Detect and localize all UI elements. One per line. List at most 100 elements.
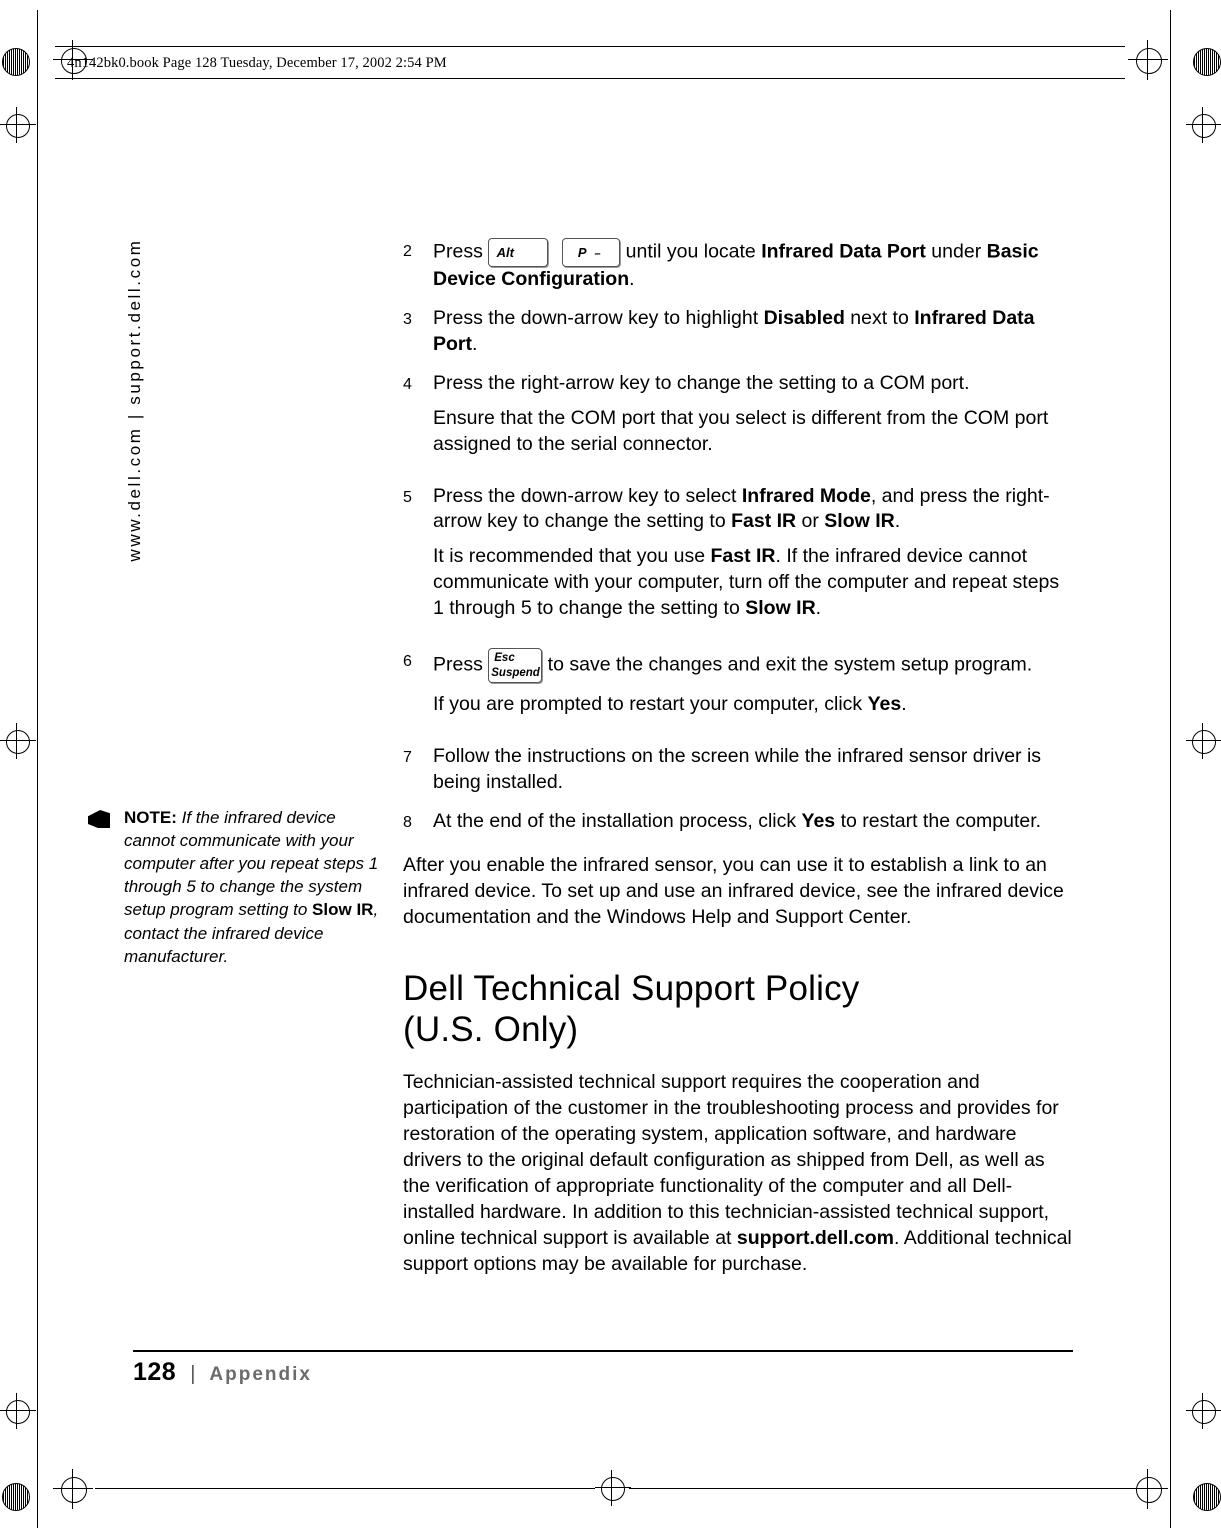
p-key-label: P (577, 245, 587, 260)
halftone-mark-top-right (1193, 48, 1221, 76)
registration-cross-bottom-right-v (1147, 1469, 1148, 1509)
registration-mark-right-center (1192, 730, 1216, 754)
registration-cross-left-center-h (0, 740, 36, 741)
registration-mark-right-mid (1192, 114, 1216, 138)
step2-mid2: under (925, 240, 987, 263)
step2-mid: until you locate (620, 240, 762, 263)
step-number: 3 (403, 310, 412, 328)
sidebar-vertical-url: www.dell.com | support.dell.com (125, 238, 144, 562)
registration-cross-left-low-h (0, 1410, 36, 1411)
registration-cross-bottom-right-h (1128, 1488, 1168, 1489)
step-number: 4 (403, 375, 412, 393)
crop-mark-left-vertical (37, 10, 38, 1528)
step4-text: Press the right-arrow key to change the … (433, 371, 970, 394)
step-item-5: 5 Press the down-arrow key to select Inf… (403, 484, 1075, 636)
registration-cross-right-mid-v (1202, 107, 1203, 143)
registration-cross-right-center-v (1202, 723, 1203, 759)
suspend-key-label: Suspend (491, 666, 540, 679)
footer-page-number: 128 (133, 1358, 177, 1386)
registration-cross-left-low-v (16, 1393, 17, 1429)
step8-end: to restart the computer. (835, 809, 1042, 832)
heading-line-2: (U.S. Only) (403, 1009, 579, 1049)
footer-rule (133, 1350, 1073, 1352)
step6-subparagraph: If you are prompted to restart your comp… (433, 692, 1075, 718)
header-bottom-rule (55, 78, 1125, 79)
step5-bold-1: Infrared Mode (741, 484, 871, 507)
step3-mid: next to (844, 306, 915, 329)
esc-key-label: Esc (494, 652, 515, 665)
note-icon (88, 810, 110, 828)
step-text: Press Alt P – until you locate Infrared Da… (433, 238, 1075, 293)
registration-cross-bottom-center-v (611, 1470, 612, 1506)
book-file-header: 4n142bk0.book Page 128 Tuesday, December… (67, 55, 447, 71)
note-block: NOTE: If the infrared device cannot comm… (88, 806, 379, 968)
step-text: Press the down-arrow key to highlight Di… (433, 306, 1075, 358)
step-number: 8 (403, 813, 412, 831)
crop-mark-bottom-horizontal (95, 1488, 595, 1489)
note-label: NOTE: (124, 808, 177, 827)
p-key-icon: P – (562, 238, 621, 267)
step5-subparagraph: It is recommended that you use Fast IR. … (433, 544, 1075, 622)
note-bold-term: Slow IR (312, 900, 374, 920)
registration-cross-right-mid-h (1186, 124, 1221, 125)
halftone-mark-top-left (2, 48, 30, 76)
support-url-bold: support.dell.com (736, 1227, 894, 1249)
registration-mark-left-center (6, 730, 30, 754)
registration-mark-top-right (1136, 48, 1162, 74)
registration-cross-right-low-h (1186, 1410, 1221, 1411)
halftone-mark-bottom-right (1193, 1483, 1221, 1511)
step2-pre: Press (433, 240, 489, 263)
step-text: Press Esc Suspend to save the changes and… (433, 648, 1075, 731)
step4-subparagraph: Ensure that the COM port that you select… (433, 406, 1049, 455)
registration-mark-bottom-right (1136, 1477, 1162, 1503)
step-number: 5 (403, 488, 412, 506)
step5-sub-bold-1: Fast IR (710, 545, 776, 568)
registration-cross-right-low-v (1202, 1393, 1203, 1429)
heading-line-1: Dell Technical Support Policy (403, 968, 860, 1008)
registration-mark-left-low (6, 1400, 30, 1424)
step-item-2: 2 Press Alt P – until you locate Infrared … (403, 238, 1075, 293)
step5-sub-pre: It is recommended that you use (433, 545, 711, 568)
step-item-3: 3 Press the down-arrow key to highlight … (403, 306, 1075, 358)
alt-key-icon: Alt (488, 238, 549, 267)
esc-suspend-key-icon: Esc Suspend (488, 648, 543, 684)
registration-cross-bottom-left-v (72, 1469, 73, 1509)
registration-mark-left-mid (6, 114, 30, 138)
alt-key-label: Alt (496, 245, 514, 260)
registration-cross-left-center-v (16, 723, 17, 759)
step6-sub-bold: Yes (867, 693, 902, 716)
registration-mark-right-low (1192, 1400, 1216, 1424)
registration-mark-bottom-left (61, 1477, 87, 1503)
page-section-heading: Dell Technical Support Policy (U.S. Only… (403, 969, 1075, 1051)
registration-cross-bottom-left-h (53, 1488, 93, 1489)
step-text: Press the right-arrow key to change the … (433, 371, 1075, 471)
step5-sub-end: . (815, 597, 822, 620)
footer-separator: | (190, 1363, 196, 1385)
step3-pre: Press the down-arrow key to highlight (433, 306, 764, 329)
p-key-sublabel: – (594, 248, 601, 260)
registration-cross-top-right-h (1128, 59, 1168, 60)
step-item-6: 6 Press Esc Suspend to save the changes a… (403, 648, 1075, 731)
step6-sub-end: . (901, 693, 907, 716)
step-text: Follow the instructions on the screen wh… (433, 745, 1042, 793)
step-item-7: 7 Follow the instructions on the screen … (403, 744, 1075, 796)
halftone-mark-bottom-left (2, 1483, 30, 1511)
step8-pre: At the end of the installation process, … (433, 809, 802, 832)
step5-pre: Press the down-arrow key to select (433, 484, 742, 507)
registration-cross-bottom-center-h (595, 1487, 631, 1488)
step5-bold-2: Fast IR (731, 510, 797, 533)
registration-cross-top-right-v (1147, 40, 1148, 80)
crop-mark-right-vertical (1170, 10, 1171, 1528)
step-number: 2 (403, 243, 412, 260)
step2-end: . (629, 268, 635, 290)
step-text: Press the down-arrow key to select Infra… (433, 484, 1075, 636)
page-footer: 128 | Appendix (133, 1358, 633, 1387)
after-steps-paragraph: After you enable the infrared sensor, yo… (403, 853, 1064, 928)
step5-bold-3: Slow IR (824, 510, 895, 533)
step8-bold-1: Yes (801, 809, 836, 832)
header-top-rule (55, 46, 1125, 47)
step-number: 7 (403, 749, 412, 767)
step6-pre: Press (433, 653, 489, 676)
step-item-8: 8 At the end of the installation process… (403, 809, 1075, 835)
step5-mid2: or (796, 510, 825, 533)
